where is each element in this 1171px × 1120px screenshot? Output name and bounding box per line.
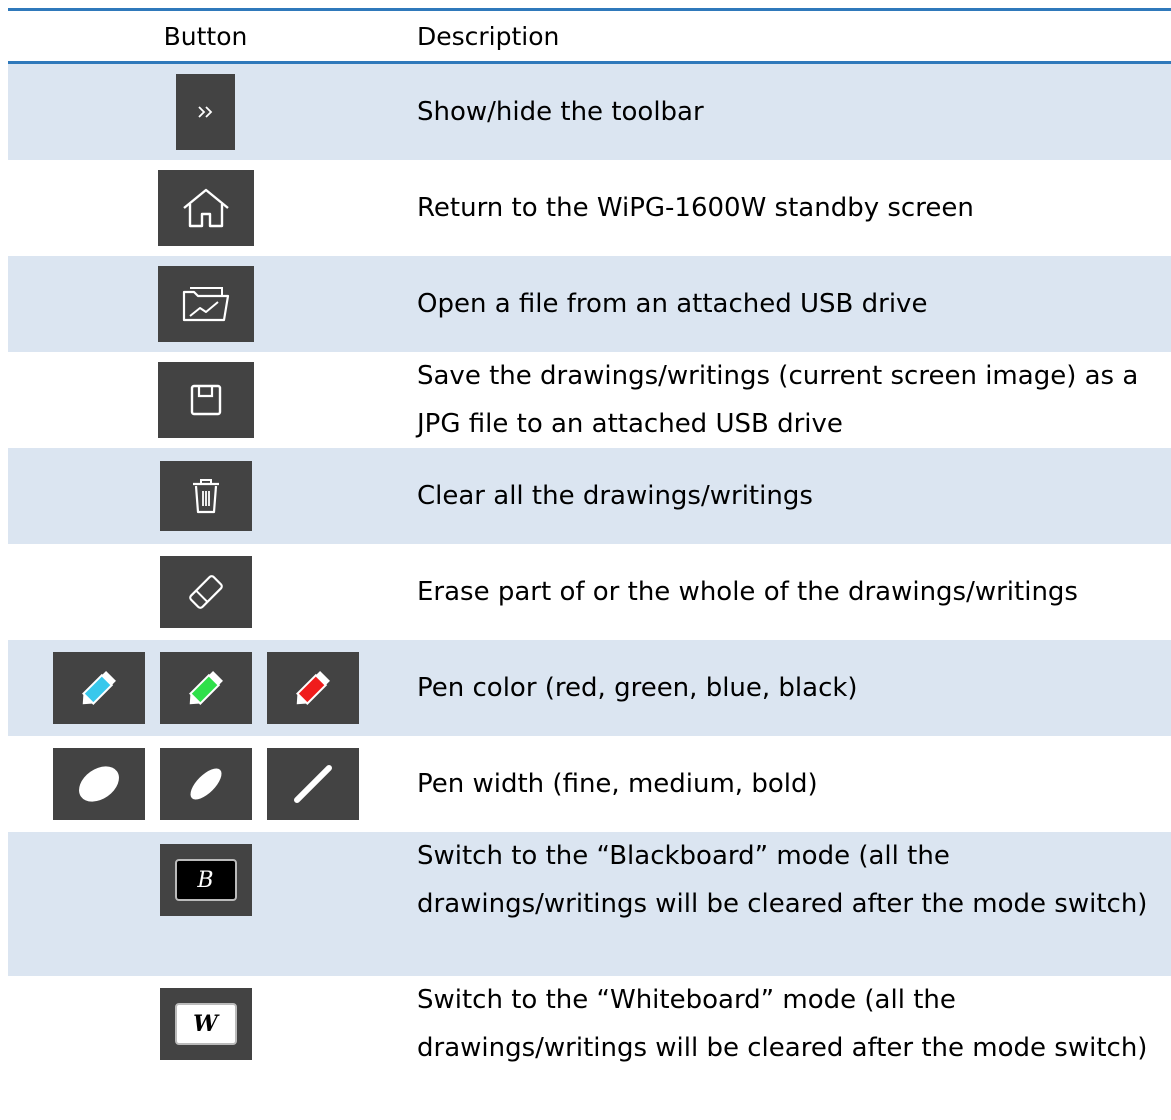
- header-button: Button: [163, 21, 248, 51]
- pen-width-medium-icon: [159, 748, 252, 820]
- button-cell: [8, 256, 403, 352]
- whiteboard-icon-letter: W: [174, 1003, 237, 1045]
- table-row: Return to the WiPG-1600W standby screen: [8, 160, 1171, 256]
- row-description: Pen color (red, green, blue, black): [417, 673, 858, 703]
- button-cell: [8, 160, 403, 256]
- row-description: Clear all the drawings/writings: [417, 481, 813, 511]
- button-cell: [8, 352, 403, 448]
- trash-icon: [159, 461, 252, 531]
- button-cell: [8, 640, 403, 736]
- button-cell: W: [8, 976, 403, 1072]
- whiteboard-icon: W: [159, 988, 252, 1060]
- floppy-disk-icon: [157, 362, 254, 438]
- button-table: Button Description Show/hide the toolbar: [8, 8, 1171, 1120]
- header-description: Description: [417, 21, 560, 51]
- table-row: Show/hide the toolbar: [8, 64, 1171, 160]
- table-row: Open a file from an attached USB drive: [8, 256, 1171, 352]
- blackboard-icon: B: [159, 844, 252, 916]
- button-cell: [8, 64, 403, 160]
- table-row: W Switch to the “Whiteboard” mode (all t…: [8, 976, 1171, 1120]
- row-description: Switch to the “Whiteboard” mode (all the…: [417, 985, 1148, 1063]
- table-row: Pen width (fine, medium, bold): [8, 736, 1171, 832]
- blackboard-icon-letter: B: [174, 859, 237, 901]
- open-folder-icon: [157, 266, 254, 342]
- pen-blue-icon: [52, 652, 145, 724]
- row-description: Show/hide the toolbar: [417, 97, 704, 127]
- button-cell: B: [8, 832, 403, 928]
- home-icon: [157, 170, 254, 246]
- table-row: Save the drawings/writings (current scre…: [8, 352, 1171, 448]
- row-description: Return to the WiPG-1600W standby screen: [417, 193, 974, 223]
- pen-width-bold-icon: [52, 748, 145, 820]
- row-description: Pen width (fine, medium, bold): [417, 769, 818, 799]
- table-row: Clear all the drawings/writings: [8, 448, 1171, 544]
- eraser-icon: [159, 556, 252, 628]
- pen-green-icon: [159, 652, 252, 724]
- table-header: Button Description: [8, 11, 1171, 61]
- row-description: Switch to the “Blackboard” mode (all the…: [417, 841, 1148, 919]
- button-cell: [8, 736, 403, 832]
- table-row: Erase part of or the whole of the drawin…: [8, 544, 1171, 640]
- pen-red-icon: [266, 652, 359, 724]
- button-cell: [8, 544, 403, 640]
- table-row: Pen color (red, green, blue, black): [8, 640, 1171, 736]
- table-row: B Switch to the “Blackboard” mode (all t…: [8, 832, 1171, 976]
- pen-width-fine-icon: [266, 748, 359, 820]
- row-description: Open a file from an attached USB drive: [417, 289, 928, 319]
- chevron-double-right-icon: [176, 74, 235, 150]
- row-description: Erase part of or the whole of the drawin…: [417, 577, 1078, 607]
- button-cell: [8, 448, 403, 544]
- row-description: Save the drawings/writings (current scre…: [417, 361, 1139, 439]
